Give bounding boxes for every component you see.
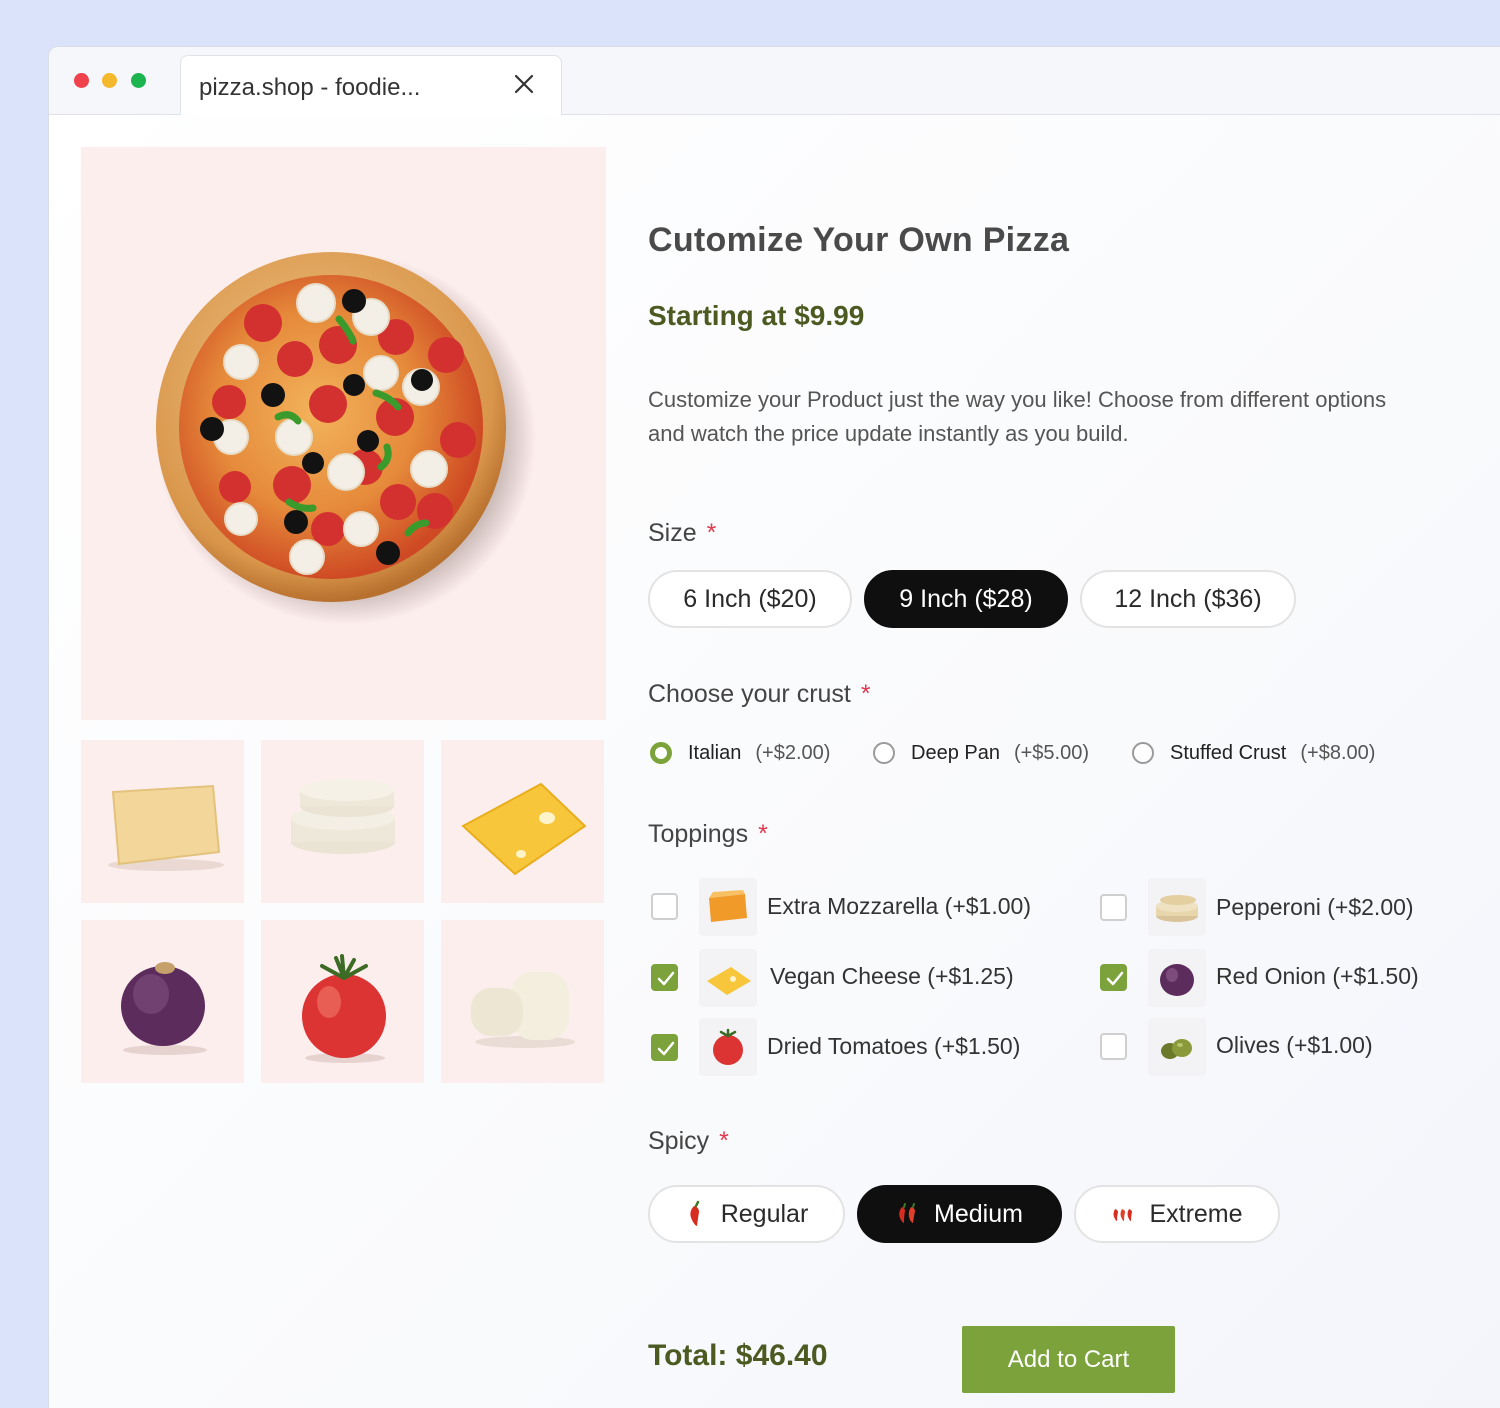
olives-icon — [1148, 1018, 1206, 1076]
browser-window: pizza.shop - foodie... Cutomize Your Own… — [48, 46, 1500, 1408]
vegan-cheese-icon — [699, 949, 757, 1007]
size-option-9-inch[interactable]: 9 Inch ($28) — [864, 570, 1068, 628]
checkbox-red-onion[interactable] — [1100, 964, 1127, 991]
topping-label: Red Onion (+$1.50) — [1216, 963, 1419, 989]
radio-button[interactable] — [650, 742, 672, 764]
size-option-12-inch[interactable]: 12 Inch ($36) — [1080, 570, 1296, 628]
spicy-option-label: Medium — [934, 1199, 1023, 1228]
size-label-text: Size — [648, 519, 697, 547]
add-to-cart-button[interactable]: Add to Cart — [962, 1326, 1175, 1393]
toppings-label-text: Toppings — [648, 820, 749, 848]
tab-title: pizza.shop - foodie... — [199, 74, 421, 101]
radio-button[interactable] — [873, 742, 895, 764]
product-description: Customize your Product just the way you … — [648, 387, 1387, 446]
spicy-option-extreme[interactable]: Extreme — [1074, 1185, 1280, 1243]
crust-label-text: Choose your crust — [648, 680, 851, 708]
crust-option-italian[interactable]: Italian (+$2.00) — [650, 738, 830, 768]
maximize-window-button[interactable] — [131, 73, 146, 88]
thumbnail-cheese-cubes[interactable] — [441, 920, 604, 1083]
browser-tab[interactable]: pizza.shop - foodie... — [180, 55, 562, 116]
spicy-option-label: Regular — [720, 1199, 809, 1228]
crust-option-label: Deep Pan — [911, 741, 1000, 764]
crust-option-price: (+$5.00) — [1013, 741, 1090, 764]
size-option-label: 9 Inch ($28) — [899, 584, 1033, 613]
spicy-option-regular[interactable]: Regular — [648, 1185, 845, 1243]
checkbox-pepperoni[interactable] — [1100, 894, 1127, 921]
red-onion-icon — [1148, 949, 1206, 1007]
topping-label: Olives (+$1.00) — [1216, 1032, 1373, 1058]
radio-button[interactable] — [1132, 742, 1154, 764]
starting-price: Starting at $9.99 — [648, 300, 865, 331]
thumbnail-tomato[interactable] — [261, 920, 424, 1083]
close-window-button[interactable] — [74, 73, 89, 88]
thumbnail-vegan-cheese[interactable] — [441, 740, 604, 903]
minimize-window-button[interactable] — [102, 73, 117, 88]
tab-close-icon[interactable] — [513, 72, 535, 96]
size-label: Size * — [648, 519, 716, 548]
topping-label: Extra Mozzarella (+$1.00) — [767, 893, 1031, 919]
thumbnail-cheese-block[interactable] — [81, 740, 244, 903]
total-price: Total: $46.40 — [648, 1339, 828, 1372]
chili-three-icon — [1111, 1205, 1135, 1223]
size-option-6-inch[interactable]: 6 Inch ($20) — [648, 570, 852, 628]
pepperoni-icon — [1148, 878, 1206, 936]
required-mark: * — [758, 820, 768, 848]
mozzarella-icon — [699, 878, 757, 936]
checkbox-dried-tomatoes[interactable] — [651, 1034, 678, 1061]
size-option-label: 6 Inch ($20) — [683, 584, 817, 613]
crust-option-price: (+$2.00) — [755, 741, 831, 764]
spicy-label-text: Spicy — [648, 1127, 710, 1155]
tomato-icon — [699, 1018, 757, 1076]
required-mark: * — [706, 519, 717, 547]
size-option-label: 12 Inch ($36) — [1114, 584, 1262, 613]
required-mark: * — [860, 680, 871, 708]
spicy-option-label: Extreme — [1149, 1199, 1243, 1228]
chili-one-icon — [685, 1200, 705, 1228]
topping-label: Vegan Cheese (+$1.25) — [770, 963, 1014, 989]
required-mark: * — [719, 1127, 729, 1155]
crust-label: Choose your crust * — [648, 680, 871, 709]
chili-two-icon — [896, 1202, 920, 1226]
thumbnail-mozzarella[interactable] — [261, 740, 424, 903]
checkbox-olives[interactable] — [1100, 1033, 1127, 1060]
main-product-image — [81, 147, 606, 720]
crust-option-price: (+$8.00) — [1300, 741, 1376, 764]
topping-label: Pepperoni (+$2.00) — [1216, 894, 1414, 920]
thumbnail-red-onion[interactable] — [81, 920, 244, 1083]
page-content: Cutomize Your Own Pizza Starting at $9.9… — [49, 115, 1500, 1408]
title-bar: pizza.shop - foodie... — [49, 47, 1500, 116]
toppings-label: Toppings * — [648, 820, 768, 849]
spicy-label: Spicy * — [648, 1127, 729, 1156]
checkbox-extra-mozzarella[interactable] — [651, 893, 678, 920]
topping-label: Dried Tomatoes (+$1.50) — [767, 1033, 1021, 1059]
crust-option-deep-pan[interactable]: Deep Pan (+$5.00) — [873, 738, 1089, 768]
pizza-illustration — [156, 252, 536, 625]
spicy-option-medium[interactable]: Medium — [857, 1185, 1062, 1243]
checkbox-vegan-cheese[interactable] — [651, 964, 678, 991]
crust-option-label: Stuffed Crust — [1170, 741, 1287, 764]
crust-option-stuffed-crust[interactable]: Stuffed Crust (+$8.00) — [1132, 738, 1375, 768]
product-title: Cutomize Your Own Pizza — [648, 221, 1070, 259]
crust-option-label: Italian — [688, 741, 742, 764]
